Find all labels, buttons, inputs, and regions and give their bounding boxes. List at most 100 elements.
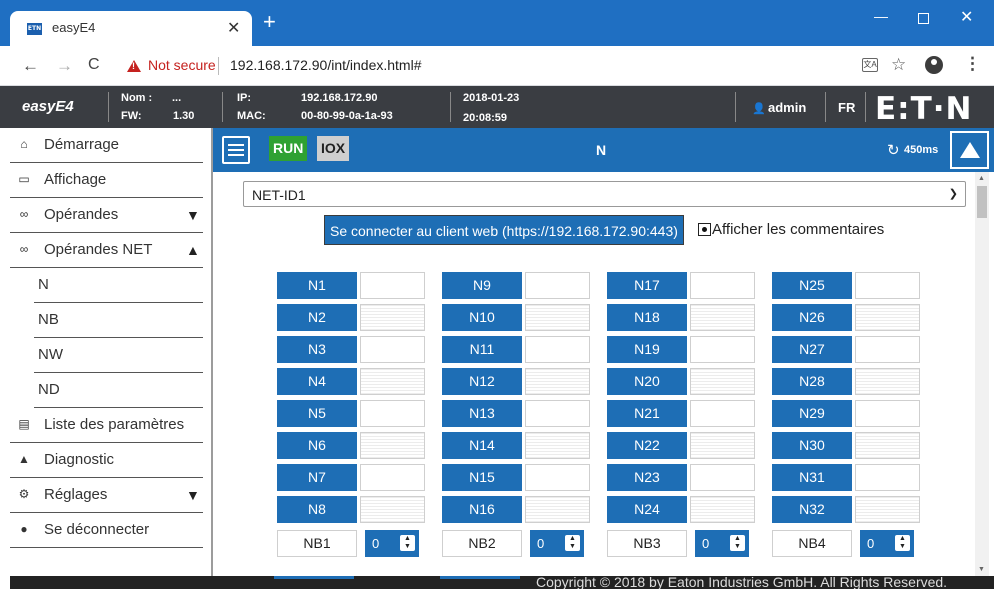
operand-button[interactable]: N16 bbox=[442, 496, 522, 523]
scrollbar[interactable]: ▲ ▼ bbox=[975, 172, 989, 576]
nb-value-stepper[interactable]: 0 ▲ ▼ bbox=[530, 530, 584, 557]
operand-value-field[interactable] bbox=[360, 272, 425, 299]
operand-value-field[interactable] bbox=[855, 464, 920, 491]
net-id-select[interactable]: NET-ID1 ❯ bbox=[243, 181, 966, 207]
operand-button[interactable]: N11 bbox=[442, 336, 522, 363]
operand-button[interactable]: N32 bbox=[772, 496, 852, 523]
operand-button[interactable]: N31 bbox=[772, 464, 852, 491]
nb-value-stepper[interactable]: 0 ▲ ▼ bbox=[695, 530, 749, 557]
sidebar-item-reglages[interactable]: ⚙ Réglages ▼ bbox=[10, 478, 213, 513]
operand-button[interactable]: N4 bbox=[277, 368, 357, 395]
operand-button[interactable]: N17 bbox=[607, 272, 687, 299]
minimize-icon[interactable]: — bbox=[874, 8, 888, 24]
stepper-arrows-icon[interactable]: ▲ ▼ bbox=[895, 535, 910, 551]
nb-value[interactable]: 0 bbox=[697, 532, 729, 555]
operand-value-field[interactable] bbox=[360, 400, 425, 427]
operand-button[interactable]: N21 bbox=[607, 400, 687, 427]
scroll-down-arrow-icon[interactable]: ▼ bbox=[978, 566, 985, 573]
operand-value-field[interactable] bbox=[855, 400, 920, 427]
operand-value-field[interactable] bbox=[855, 368, 920, 395]
operand-button[interactable]: N3 bbox=[277, 336, 357, 363]
operand-value-field[interactable] bbox=[525, 432, 590, 459]
forward-arrow-icon[interactable]: → bbox=[56, 56, 73, 76]
operand-value-field[interactable] bbox=[690, 400, 755, 427]
sidebar-item-diagnostic[interactable]: ▲ Diagnostic bbox=[10, 443, 213, 478]
operand-value-field[interactable] bbox=[855, 432, 920, 459]
operand-button[interactable]: N18 bbox=[607, 304, 687, 331]
bookmark-star-icon[interactable]: ☆ bbox=[891, 55, 906, 75]
sidebar-item-n[interactable]: N bbox=[10, 268, 213, 303]
scroll-thumb[interactable] bbox=[977, 186, 987, 218]
sidebar-item-operandes[interactable]: ∞ Opérandes ▼ bbox=[10, 198, 213, 233]
operand-button[interactable]: N10 bbox=[442, 304, 522, 331]
operand-value-field[interactable] bbox=[360, 496, 425, 523]
sidebar-item-parametres[interactable]: ▤ Liste des paramètres bbox=[10, 408, 213, 443]
operand-value-field[interactable] bbox=[855, 336, 920, 363]
operand-button[interactable]: N28 bbox=[772, 368, 852, 395]
account-icon[interactable] bbox=[925, 56, 943, 74]
operand-button[interactable]: N26 bbox=[772, 304, 852, 331]
operand-value-field[interactable] bbox=[525, 304, 590, 331]
operand-button[interactable]: N1 bbox=[277, 272, 357, 299]
operand-button[interactable]: N27 bbox=[772, 336, 852, 363]
new-tab-icon[interactable]: + bbox=[263, 9, 276, 35]
operand-value-field[interactable] bbox=[360, 336, 425, 363]
operand-button[interactable]: N19 bbox=[607, 336, 687, 363]
run-status-button[interactable]: RUN bbox=[269, 136, 308, 161]
iox-button[interactable]: IOX bbox=[317, 136, 350, 161]
operand-button[interactable]: N22 bbox=[607, 432, 687, 459]
operand-button[interactable]: N20 bbox=[607, 368, 687, 395]
operand-value-field[interactable] bbox=[690, 304, 755, 331]
operand-button[interactable]: N29 bbox=[772, 400, 852, 427]
translate-icon[interactable]: 文A bbox=[862, 58, 878, 72]
operand-value-field[interactable] bbox=[360, 464, 425, 491]
operand-value-field[interactable] bbox=[855, 496, 920, 523]
operand-value-field[interactable] bbox=[525, 400, 590, 427]
operand-button[interactable]: N5 bbox=[277, 400, 357, 427]
operand-value-field[interactable] bbox=[525, 272, 590, 299]
nb-value[interactable]: 0 bbox=[532, 532, 564, 555]
operand-button[interactable]: N25 bbox=[772, 272, 852, 299]
operand-value-field[interactable] bbox=[525, 464, 590, 491]
user-name[interactable]: admin bbox=[768, 100, 806, 115]
operand-button[interactable]: N6 bbox=[277, 432, 357, 459]
operand-value-field[interactable] bbox=[855, 304, 920, 331]
operand-value-field[interactable] bbox=[855, 272, 920, 299]
language-selector[interactable]: FR bbox=[838, 100, 855, 115]
operand-value-field[interactable] bbox=[690, 272, 755, 299]
operand-value-field[interactable] bbox=[360, 432, 425, 459]
operand-button[interactable]: N15 bbox=[442, 464, 522, 491]
stepper-arrows-icon[interactable]: ▲ ▼ bbox=[400, 535, 415, 551]
operand-button[interactable]: N24 bbox=[607, 496, 687, 523]
sidebar-item-nd[interactable]: ND bbox=[10, 373, 213, 408]
sidebar-item-demarrage[interactable]: ⌂ Démarrage bbox=[10, 128, 213, 163]
hamburger-menu-icon[interactable] bbox=[222, 136, 250, 164]
sidebar-item-nw[interactable]: NW bbox=[10, 338, 213, 373]
scroll-up-arrow-icon[interactable]: ▲ bbox=[978, 175, 985, 182]
maximize-icon[interactable] bbox=[918, 13, 929, 24]
nb-value[interactable]: 0 bbox=[367, 532, 399, 555]
tab-close-icon[interactable]: ✕ bbox=[227, 18, 240, 38]
operand-value-field[interactable] bbox=[690, 432, 755, 459]
connect-web-client-button[interactable]: Se connecter au client web (https://192.… bbox=[324, 215, 684, 245]
not-secure-label[interactable]: Not secure bbox=[148, 57, 216, 73]
operand-value-field[interactable] bbox=[690, 496, 755, 523]
nb-value-stepper[interactable]: 0 ▲ ▼ bbox=[860, 530, 914, 557]
back-arrow-icon[interactable]: ← bbox=[22, 56, 39, 76]
stepper-arrows-icon[interactable]: ▲ ▼ bbox=[730, 535, 745, 551]
nb-value[interactable]: 0 bbox=[862, 532, 894, 555]
operand-button[interactable]: N23 bbox=[607, 464, 687, 491]
browser-tab[interactable]: ETN easyE4 ✕ bbox=[10, 11, 252, 46]
sidebar-item-nb[interactable]: NB bbox=[10, 303, 213, 338]
operand-button[interactable]: N9 bbox=[442, 272, 522, 299]
show-comments-checkbox[interactable] bbox=[698, 223, 711, 236]
sidebar-item-operandes-net[interactable]: ∞ Opérandes NET ▲ bbox=[10, 233, 213, 268]
operand-value-field[interactable] bbox=[690, 336, 755, 363]
operand-value-field[interactable] bbox=[525, 496, 590, 523]
operand-button[interactable]: N14 bbox=[442, 432, 522, 459]
operand-button[interactable]: N13 bbox=[442, 400, 522, 427]
scroll-top-button[interactable] bbox=[950, 131, 989, 169]
operand-value-field[interactable] bbox=[690, 368, 755, 395]
operand-value-field[interactable] bbox=[360, 368, 425, 395]
warning-triangle-icon[interactable] bbox=[127, 60, 141, 72]
